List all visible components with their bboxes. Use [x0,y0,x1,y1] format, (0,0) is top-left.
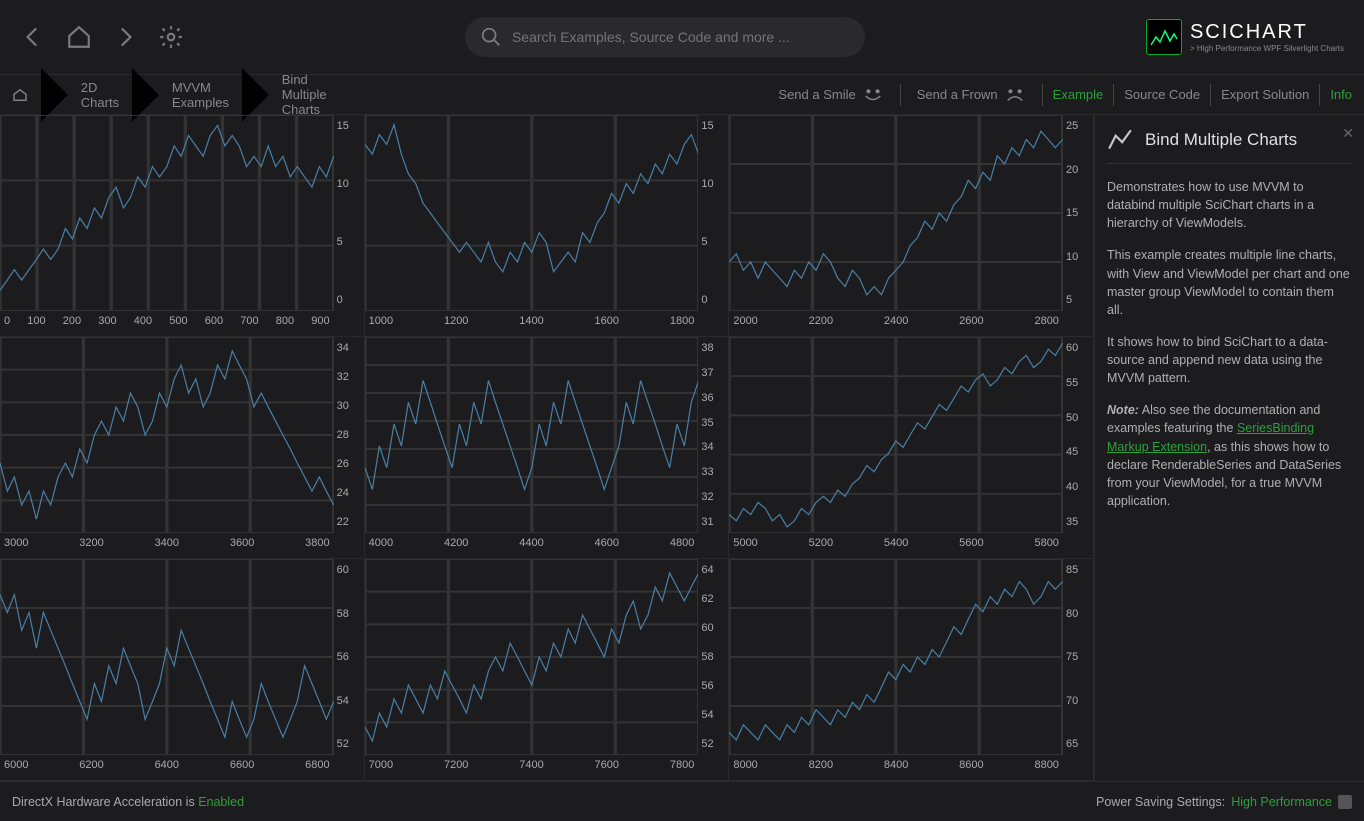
breadcrumb-item[interactable]: MVVM Examples [172,80,229,110]
send-frown[interactable]: Send a Frown [911,86,1032,104]
chart-panel[interactable]: 1510500100200300400500600700800900 [0,115,365,337]
close-icon[interactable]: ✕ [1342,125,1354,142]
info-paragraph: Demonstrates how to use MVVM to databind… [1107,178,1352,232]
info-paragraph: This example creates multiple line chart… [1107,246,1352,319]
home-icon[interactable] [66,24,92,50]
tab-export-solution[interactable]: Export Solution [1221,87,1309,102]
directx-status: DirectX Hardware Acceleration is Enabled [12,795,244,809]
brand-logo: SCICHART > High Performance WPF Silverli… [1146,19,1344,55]
info-paragraph: It shows how to bind SciChart to a data-… [1107,333,1352,387]
send-smile[interactable]: Send a Smile [772,86,889,104]
status-bar: DirectX Hardware Acceleration is Enabled… [0,781,1364,821]
chart-grid: 1510500100200300400500600700800900151050… [0,115,1094,781]
chart-panel[interactable]: 15105010001200140016001800 [365,115,730,337]
brand-name: SCICHART [1190,21,1344,44]
forward-icon[interactable] [112,24,138,50]
back-icon[interactable] [20,24,46,50]
chart-panel[interactable]: 3432302826242230003200340036003800 [0,337,365,559]
info-title: Bind Multiple Charts [1145,130,1297,150]
brand-tagline: > High Performance WPF Silverlight Chart… [1190,44,1344,53]
chart-icon [1107,127,1133,153]
tab-info[interactable]: Info [1330,87,1352,102]
chart-panel[interactable]: 25201510520002200240026002800 [729,115,1094,337]
info-panel: ✕ Bind Multiple Charts Demonstrates how … [1094,115,1364,781]
search-icon [480,26,502,48]
search-input[interactable] [512,29,850,45]
breadcrumb-item[interactable]: Bind Multiple Charts [282,72,327,117]
chart-panel[interactable]: 383736353433323140004200440046004800 [365,337,730,559]
chart-panel[interactable]: 6462605856545270007200740076007800 [365,559,730,781]
power-saving-status[interactable]: Power Saving Settings: High Performance [1096,795,1352,809]
tab-example[interactable]: Example [1053,87,1104,102]
breadcrumb-home[interactable] [12,87,28,103]
chart-panel[interactable]: 605856545260006200640066006800 [0,559,365,781]
tab-source-code[interactable]: Source Code [1124,87,1200,102]
chart-panel[interactable]: 60555045403550005200540056005800 [729,337,1094,559]
breadcrumb-item[interactable]: 2D Charts [81,80,119,110]
chart-panel[interactable]: 858075706580008200840086008800 [729,559,1094,781]
settings-icon[interactable] [158,24,184,50]
search-box[interactable] [465,17,865,57]
info-paragraph: Note: Also see the documentation and exa… [1107,401,1352,510]
